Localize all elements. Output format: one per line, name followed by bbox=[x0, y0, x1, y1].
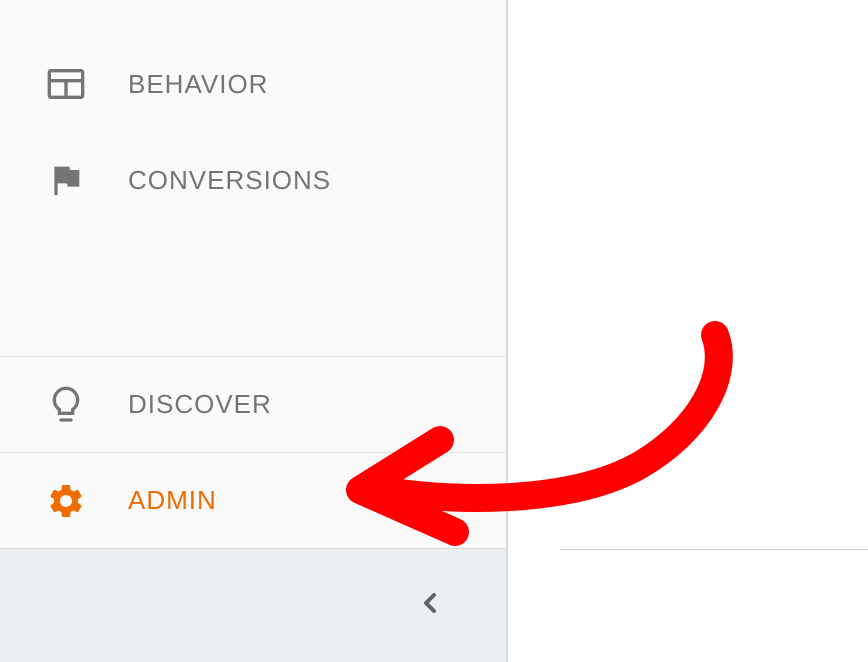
sidebar-collapse-button[interactable] bbox=[0, 548, 506, 662]
gear-icon bbox=[44, 479, 88, 523]
main-content bbox=[510, 0, 868, 662]
sidebar-spacer bbox=[0, 228, 506, 356]
web-layout-icon bbox=[44, 62, 88, 106]
sidebar-item-discover[interactable]: DISCOVER bbox=[0, 356, 506, 452]
sidebar-item-label: DISCOVER bbox=[128, 389, 272, 420]
sidebar-item-label: BEHAVIOR bbox=[128, 69, 268, 100]
flag-icon bbox=[44, 158, 88, 202]
sidebar-item-behavior[interactable]: BEHAVIOR bbox=[0, 36, 506, 132]
lightbulb-icon bbox=[44, 383, 88, 427]
sidebar-item-conversions[interactable]: CONVERSIONS bbox=[0, 132, 506, 228]
sidebar: BEHAVIOR CONVERSIONS DISCOVER bbox=[0, 0, 508, 662]
sidebar-nav-top: BEHAVIOR CONVERSIONS bbox=[0, 0, 506, 228]
content-divider bbox=[560, 549, 868, 550]
chevron-left-icon bbox=[414, 587, 446, 624]
sidebar-item-label: ADMIN bbox=[128, 485, 217, 516]
sidebar-nav-bottom: DISCOVER ADMIN bbox=[0, 356, 506, 662]
sidebar-item-admin[interactable]: ADMIN bbox=[0, 452, 506, 548]
sidebar-item-label: CONVERSIONS bbox=[128, 165, 331, 196]
